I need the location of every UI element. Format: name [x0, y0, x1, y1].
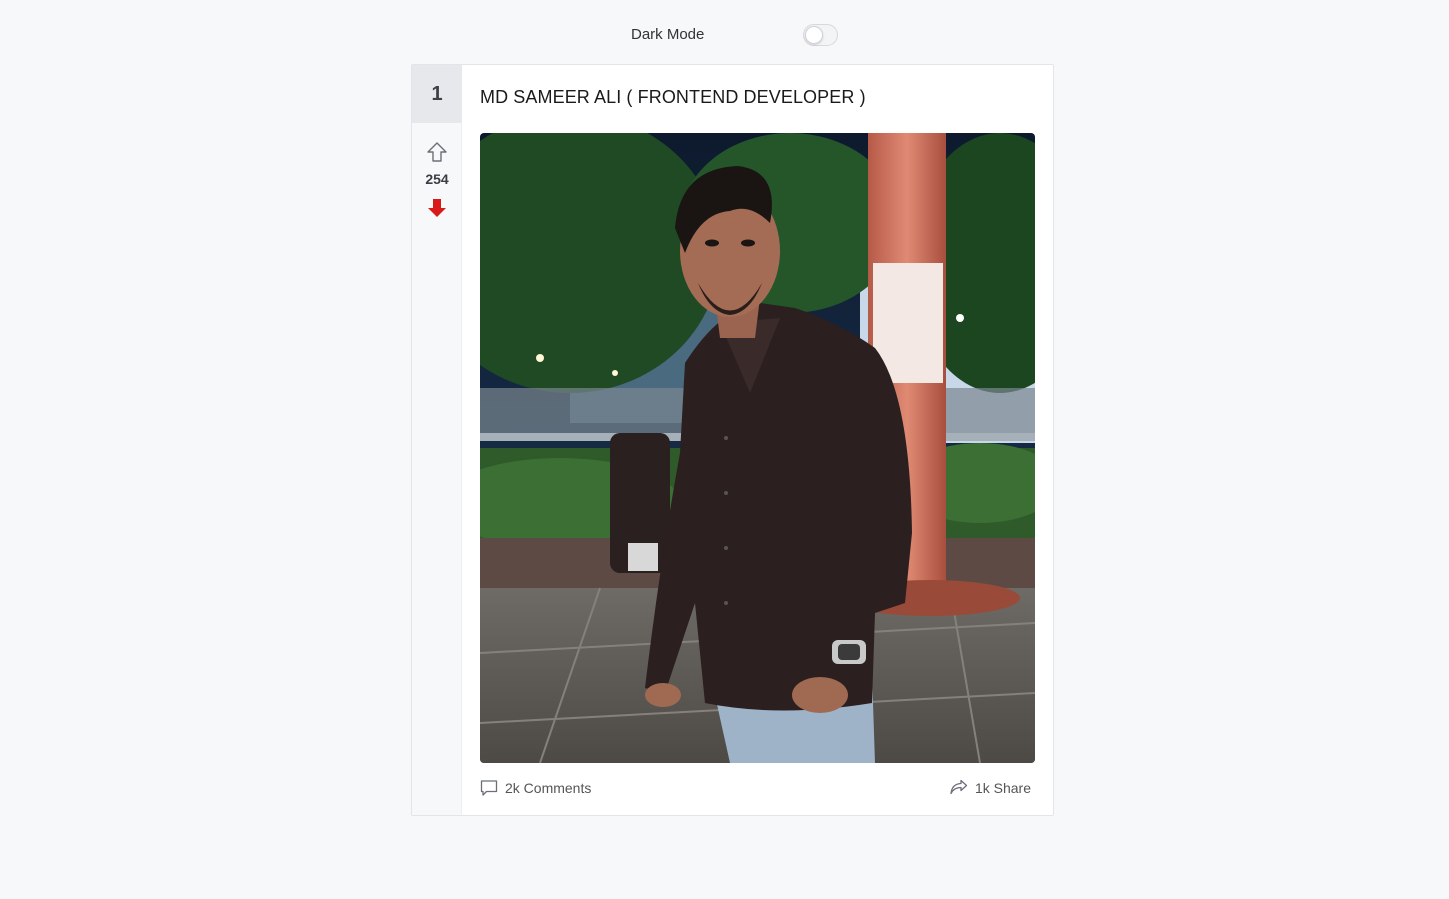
comments-link[interactable]: 2k Comments — [480, 779, 591, 797]
comment-icon — [480, 780, 498, 796]
dark-mode-toggle[interactable] — [803, 24, 838, 46]
vote-count: 254 — [425, 171, 449, 187]
downvote-icon[interactable] — [426, 197, 448, 219]
post-title[interactable]: MD SAMEER ALI ( FRONTEND DEVELOPER ) — [480, 87, 866, 108]
comments-label: 2k Comments — [505, 780, 592, 796]
top-bar: Dark Mode — [0, 0, 1449, 64]
post-card: 1 254 MD SAMEER ALI ( FRONTEND DEVELOPER… — [411, 64, 1054, 816]
toggle-knob — [805, 26, 823, 44]
portrait-photo — [480, 133, 1035, 763]
share-icon — [950, 779, 968, 795]
vote-rail: 1 254 — [412, 65, 462, 815]
post-rank: 1 — [412, 65, 462, 123]
upvote-icon[interactable] — [426, 141, 448, 163]
share-label: 1k Share — [974, 779, 1031, 796]
share-link[interactable]: 1k Share — [949, 779, 1031, 796]
dark-mode-label: Dark Mode — [631, 26, 705, 43]
post-image[interactable] — [480, 133, 1035, 763]
